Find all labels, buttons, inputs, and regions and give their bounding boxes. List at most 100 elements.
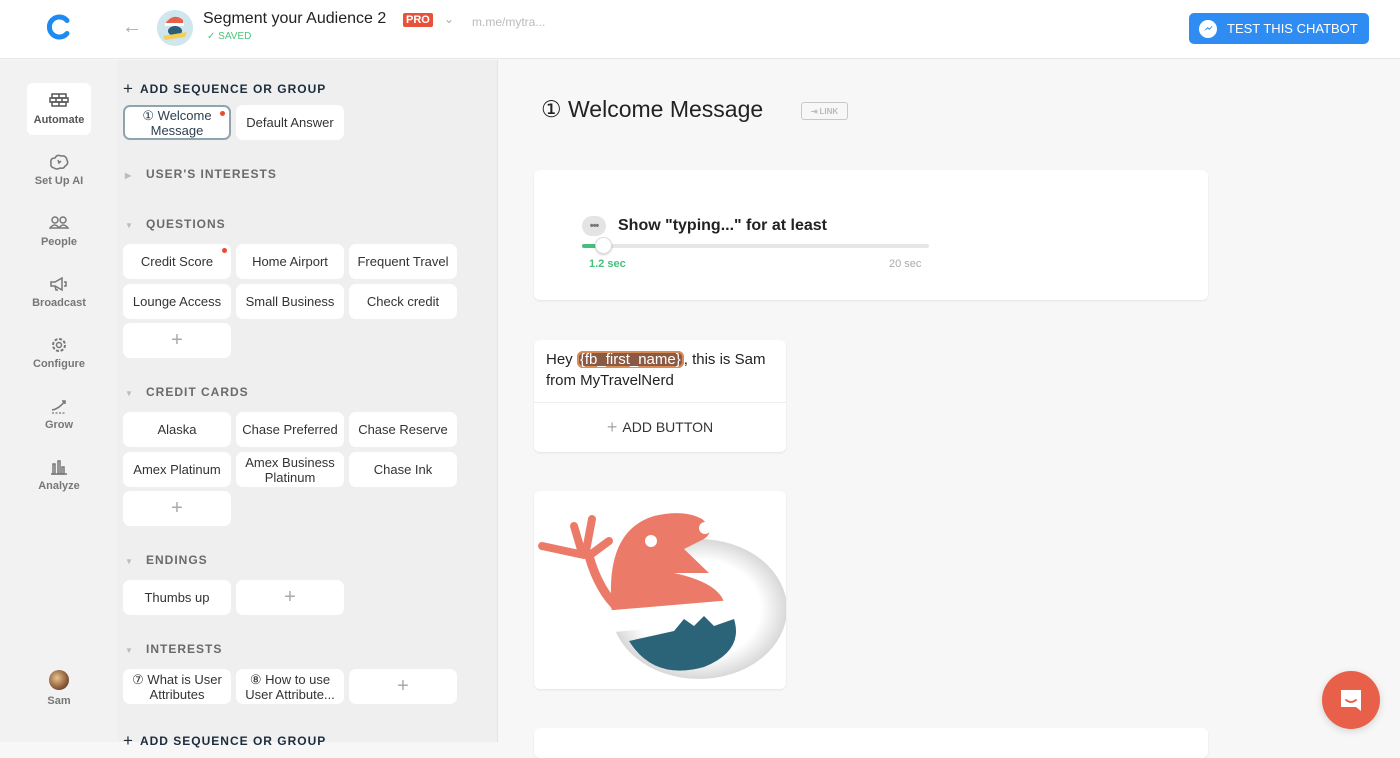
top-bar: ← Segment your Audience 2 PRO ⌄ ✓ SAVED … — [0, 0, 1400, 59]
block-chip[interactable]: Chase Reserve — [349, 412, 457, 447]
text-card: Hey {fb_first_name}, this is Sam from My… — [534, 340, 786, 452]
section-title: USER'S INTERESTS — [146, 167, 277, 181]
add-block-button[interactable]: + — [349, 669, 457, 704]
plus-icon: + — [171, 497, 183, 519]
nav-label: Automate — [33, 114, 85, 126]
add-sequence-label: ADD SEQUENCE OR GROUP — [139, 734, 327, 748]
gear-icon — [52, 338, 66, 352]
nav-broadcast[interactable]: Broadcast — [27, 266, 91, 318]
section-title: INTERESTS — [146, 642, 223, 656]
people-icon — [49, 216, 69, 229]
nav-people[interactable]: People — [27, 205, 91, 257]
growth-arrow-icon — [51, 400, 66, 414]
saved-label: SAVED — [218, 31, 252, 42]
add-sequence-button[interactable]: + ADD SEQUENCE OR GROUP — [123, 78, 326, 98]
slider-max: 20 sec — [889, 258, 922, 270]
typing-duration-slider[interactable] — [582, 237, 929, 254]
section-questions[interactable]: ▼ QUESTIONS — [125, 217, 226, 231]
block-chip[interactable]: Amex Business Platinum — [236, 452, 344, 487]
user-name: Sam — [47, 695, 71, 707]
brain-cloud-icon — [50, 154, 69, 170]
block-label: Check credit — [366, 294, 440, 309]
plus-icon: + — [284, 586, 296, 608]
section-users-interests[interactable]: ▶ USER'S INTERESTS — [125, 167, 277, 181]
typing-dots-icon: ••• — [582, 216, 606, 236]
block-welcome-message[interactable]: ① Welcome Message — [123, 105, 231, 140]
add-button[interactable]: + ADD BUTTON — [534, 403, 786, 451]
block-label: ⑦ What is User Attributes — [132, 671, 222, 702]
slider-value: 1.2 sec — [589, 258, 626, 270]
block-chip[interactable]: Chase Ink — [349, 452, 457, 487]
unsaved-dot — [222, 248, 227, 253]
nav-analyze[interactable]: Analyze — [27, 449, 91, 501]
link-label: LINK — [819, 106, 839, 116]
section-endings[interactable]: ▼ ENDINGS — [125, 553, 208, 567]
add-block-button[interactable]: + — [236, 580, 344, 615]
nav-configure[interactable]: Configure — [27, 327, 91, 379]
section-title: ENDINGS — [146, 553, 208, 567]
bot-url[interactable]: m.me/mytra... — [472, 15, 545, 29]
link-button[interactable]: ⇥ LINK — [801, 102, 848, 120]
attribute-tag[interactable]: {fb_first_name} — [576, 351, 684, 368]
nav-automate[interactable]: Automate — [27, 83, 91, 135]
block-chip[interactable]: Alaska — [123, 412, 231, 447]
block-chip[interactable]: Credit Score — [123, 244, 231, 279]
section-interests[interactable]: ▼ INTERESTS — [125, 642, 222, 656]
nav-grow[interactable]: Grow — [27, 388, 91, 440]
structure-panel: + ADD SEQUENCE OR GROUP ① Welcome Message… — [118, 60, 498, 750]
check-icon: ✓ — [207, 31, 219, 42]
add-sequence-label: ADD SEQUENCE OR GROUP — [139, 82, 327, 96]
message-text[interactable]: Hey {fb_first_name}, this is Sam from My… — [534, 340, 786, 403]
plus-icon: + — [171, 329, 183, 351]
block-title[interactable]: ① Welcome Message — [541, 96, 763, 123]
plus-icon: + — [123, 79, 134, 98]
block-label: Default Answer — [246, 115, 334, 130]
block-label: Alaska — [157, 422, 197, 437]
bot-name[interactable]: Segment your Audience 2 — [203, 10, 386, 28]
block-chip[interactable]: Check credit — [349, 284, 457, 319]
block-chip[interactable]: ⑦ What is User Attributes — [123, 669, 231, 704]
bot-avatar[interactable] — [157, 10, 193, 46]
block-chip[interactable]: Home Airport — [236, 244, 344, 279]
saved-status: ✓ SAVED — [207, 31, 251, 42]
nav-label: Configure — [33, 358, 85, 370]
block-label: Home Airport — [252, 254, 328, 269]
nav-label: Set Up AI — [34, 175, 84, 187]
block-label: Amex Business Platinum — [245, 454, 335, 485]
chat-support-button[interactable] — [1322, 671, 1380, 729]
block-chip[interactable]: Thumbs up — [123, 580, 231, 615]
main-nav: Automate Set Up AI People Broadcast Conf… — [0, 60, 118, 742]
bricks-icon — [49, 93, 69, 107]
user-avatar — [49, 670, 69, 690]
image-card[interactable] — [534, 491, 786, 689]
nav-label: Broadcast — [32, 297, 86, 309]
chatfuel-logo[interactable] — [44, 12, 74, 42]
plus-icon: + — [397, 675, 409, 697]
nav-user[interactable]: Sam — [27, 670, 91, 707]
chevron-down-icon[interactable]: ⌄ — [444, 12, 454, 26]
unsaved-dot — [220, 111, 225, 116]
block-chip[interactable]: ⑧ How to use User Attribute... — [236, 669, 344, 704]
block-label: ⑧ How to use User Attribute... — [245, 671, 335, 702]
block-chip[interactable]: Small Business — [236, 284, 344, 319]
block-chip[interactable]: Chase Preferred — [236, 412, 344, 447]
add-block-button[interactable]: + — [123, 323, 231, 358]
message-prefix: Hey — [546, 351, 577, 368]
next-card — [534, 728, 1208, 758]
add-block-button[interactable]: + — [123, 491, 231, 526]
block-label: ① Welcome Message — [142, 107, 212, 138]
nav-label: Analyze — [38, 480, 80, 492]
nav-set-up-ai[interactable]: Set Up AI — [27, 144, 91, 196]
test-chatbot-button[interactable]: TEST THIS CHATBOT — [1189, 13, 1369, 44]
arrow-left-icon[interactable]: ← — [122, 16, 142, 39]
slider-thumb[interactable] — [594, 237, 612, 254]
block-chip[interactable]: Lounge Access — [123, 284, 231, 319]
block-default-answer[interactable]: Default Answer — [236, 105, 344, 140]
add-sequence-button-bottom[interactable]: + ADD SEQUENCE OR GROUP — [123, 730, 326, 750]
block-chip[interactable]: Amex Platinum — [123, 452, 231, 487]
section-credit-cards[interactable]: ▼ CREDIT CARDS — [125, 385, 249, 399]
add-button-label: ADD BUTTON — [622, 419, 714, 435]
block-label: Chase Preferred — [242, 422, 338, 437]
block-chip[interactable]: Frequent Travel — [349, 244, 457, 279]
block-label: Credit Score — [140, 254, 214, 269]
